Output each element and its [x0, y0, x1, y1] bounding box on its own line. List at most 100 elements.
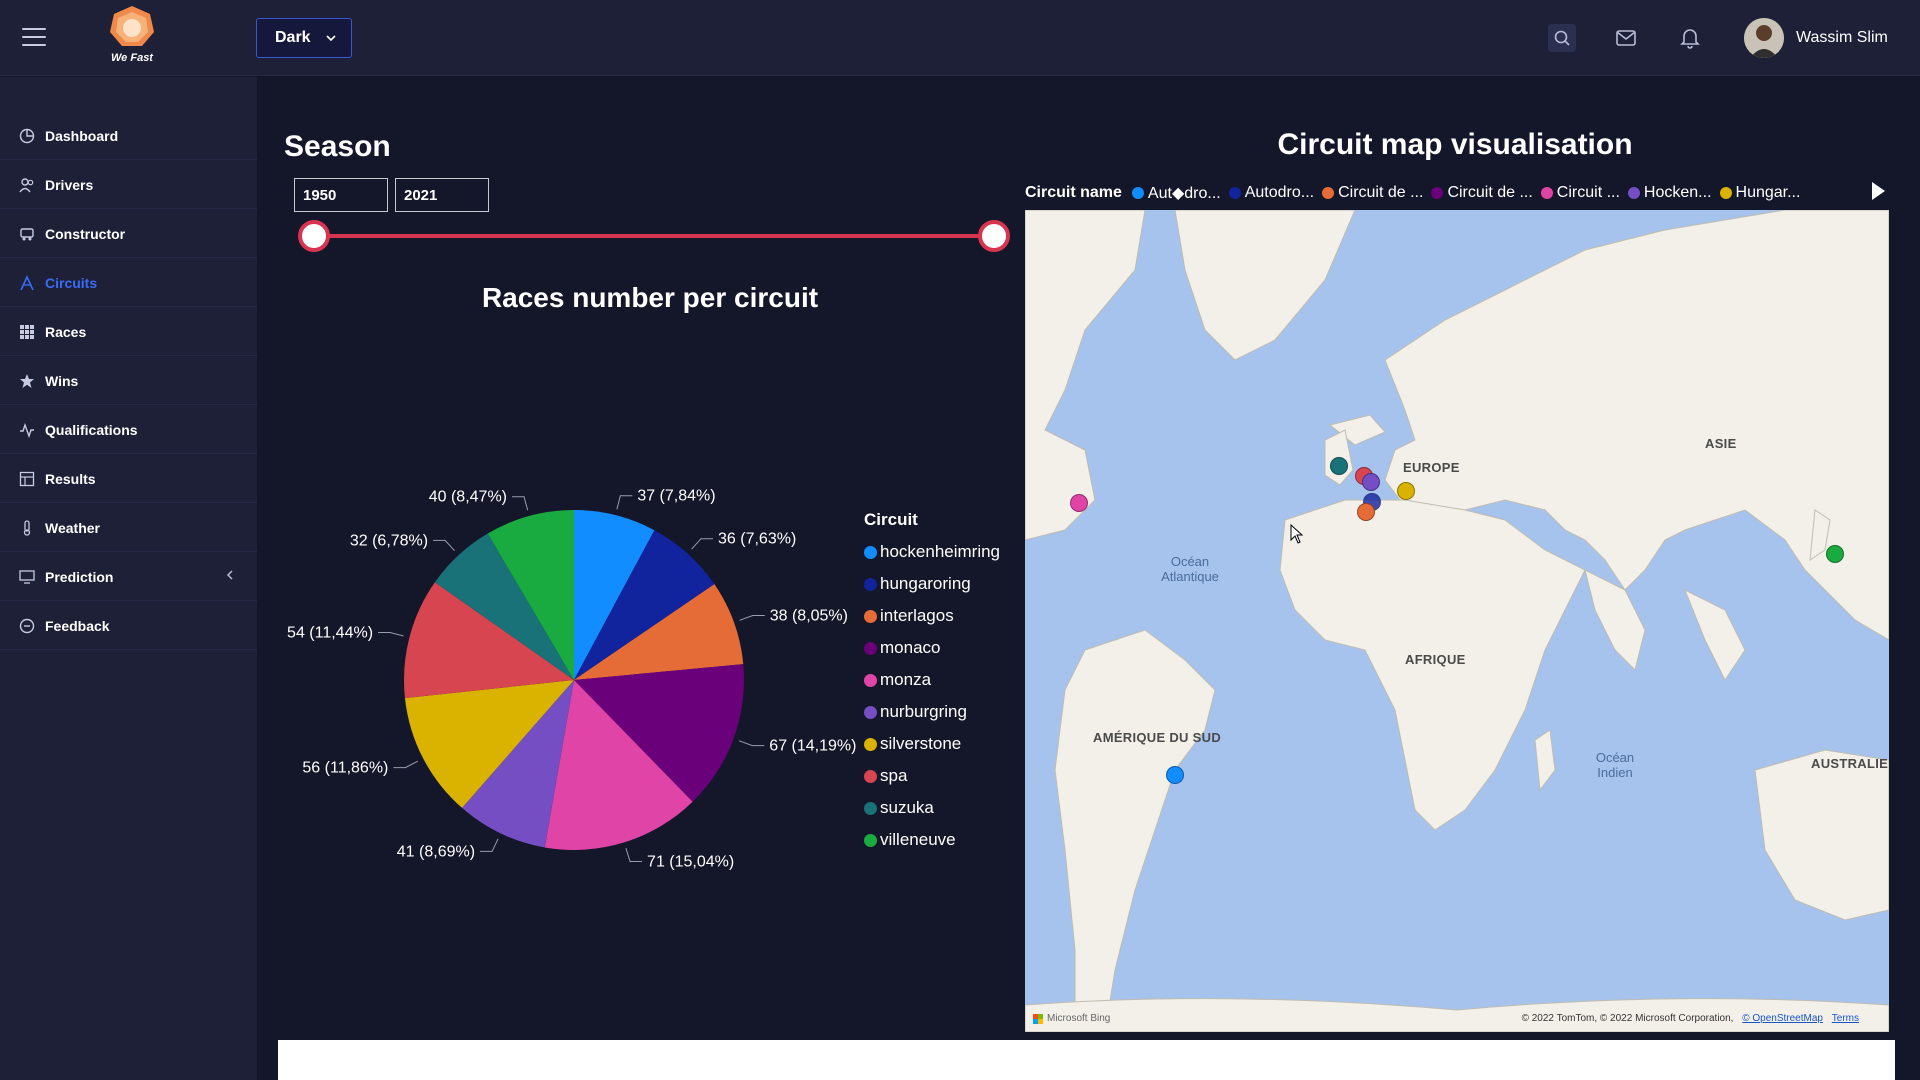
theme-select[interactable]: Dark: [256, 18, 352, 58]
sidebar-item-weather[interactable]: Weather: [0, 504, 257, 552]
mouse-cursor-icon: [1290, 524, 1304, 544]
legend-item-hockenheimring[interactable]: hockenheimring: [864, 536, 1000, 568]
sidebar-item-drivers[interactable]: Drivers: [0, 161, 257, 209]
map-pin-interlagos[interactable]: [1166, 766, 1184, 784]
pie-leader-line: [378, 631, 404, 637]
sidebar-item-prediction[interactable]: Prediction: [0, 553, 257, 601]
pie-leader-line: [616, 495, 633, 510]
sidebar-item-label: Races: [45, 323, 87, 340]
legend-label: hungaroring: [880, 574, 971, 593]
menu-icon[interactable]: [22, 28, 46, 46]
map-attribution: © 2022 TomTom, © 2022 Microsoft Corporat…: [1522, 1013, 1859, 1024]
theme-select-value: Dark: [275, 29, 311, 46]
legend-dot-icon: [864, 609, 877, 623]
mail-icon[interactable]: [1612, 24, 1640, 52]
circuit-icon: [18, 274, 36, 292]
sidebar-item-wins[interactable]: Wins: [0, 357, 257, 405]
map-pin-monaco[interactable]: [1357, 503, 1375, 521]
map-pin-nurburgring[interactable]: [1362, 473, 1380, 491]
bottom-panel: [278, 1040, 1895, 1080]
map-legend-item[interactable]: Hungar...: [1719, 183, 1801, 203]
sidebar-item-label: Feedback: [45, 617, 110, 634]
map-ocean-atlantic: Océan Atlantique: [1155, 554, 1225, 584]
sidebar-item-label: Circuits: [45, 274, 98, 291]
terms-link[interactable]: Terms: [1832, 1013, 1859, 1024]
legend-dot-icon: [1131, 187, 1144, 199]
pie-data-label: 36 (7,63%): [718, 531, 796, 548]
map-pin-suzuka[interactable]: [1826, 545, 1844, 563]
microsoft-logo-icon: [1033, 1013, 1043, 1024]
map-legend-item[interactable]: Aut◆dro...: [1131, 183, 1221, 203]
legend-item-spa[interactable]: spa: [864, 760, 1000, 792]
sidebar-item-constructor[interactable]: Constructor: [0, 210, 257, 258]
sidebar-item-label: Wins: [45, 372, 79, 389]
map-title: Circuit map visualisation: [1277, 128, 1633, 161]
legend-dot-icon: [1627, 187, 1640, 199]
season-start-handle[interactable]: [298, 220, 330, 252]
pie-leader-line: [433, 539, 455, 552]
legend-item-hungaroring[interactable]: hungaroring: [864, 568, 1000, 600]
map-legend-item[interactable]: Autodro...: [1228, 183, 1315, 203]
world-map-shapes: [1025, 210, 1889, 1032]
car-icon: [18, 225, 36, 243]
legend-item-nurburgring[interactable]: nurburgring: [864, 696, 1000, 728]
search-icon[interactable]: [1548, 24, 1576, 52]
map-legend-label: Autodro...: [1244, 184, 1315, 201]
activity-icon: [18, 421, 36, 439]
legend-item-silverstone[interactable]: silverstone: [864, 728, 1000, 760]
sidebar-item-circuits[interactable]: Circuits: [0, 259, 257, 307]
map-legend-item[interactable]: Hocken...: [1627, 183, 1712, 203]
map-pin-villeneuve[interactable]: [1070, 494, 1088, 512]
legend-dot-icon: [1228, 187, 1241, 199]
sidebar-item-races[interactable]: Races: [0, 308, 257, 356]
circuit-map[interactable]: EUROPE ASIE AFRIQUE AMÉRIQUE DU SUD AUST…: [1025, 210, 1889, 1032]
pie-leader-line: [512, 496, 529, 511]
season-end-input[interactable]: 2021: [395, 178, 489, 212]
chevron-down-icon: [326, 35, 336, 42]
season-start-input[interactable]: 1950: [294, 178, 388, 212]
map-legend-item[interactable]: Circuit de ...: [1431, 183, 1533, 203]
monitor-icon: [18, 568, 36, 586]
legend-label: monza: [880, 670, 932, 689]
sidebar-item-dashboard[interactable]: Dashboard: [0, 112, 257, 160]
legend-label: suzuka: [880, 798, 934, 817]
map-legend-label: Aut◆dro...: [1147, 185, 1221, 202]
user-menu[interactable]: Wassim Slim: [1744, 18, 1888, 58]
ocean-label-line: Atlantique: [1161, 569, 1219, 584]
chevron-left-icon[interactable]: [225, 569, 235, 581]
legend-next-icon[interactable]: [1872, 182, 1885, 200]
legend-dot-icon: [864, 641, 877, 655]
map-legend-label: Circuit ...: [1556, 184, 1620, 201]
legend-dot-icon: [864, 737, 877, 751]
map-legend-item[interactable]: Circuit ...: [1540, 183, 1620, 203]
map-legend-item[interactable]: Circuit de ...: [1322, 183, 1423, 203]
season-end-handle[interactable]: [978, 220, 1010, 252]
avatar[interactable]: [1744, 18, 1784, 58]
map-ocean-indian: Océan Indien: [1585, 750, 1645, 780]
pie-legend: Circuit hockenheimring hungaroring interla…: [864, 510, 1000, 856]
pie-leader-line: [739, 615, 765, 621]
osm-link[interactable]: © OpenStreetMap: [1742, 1013, 1823, 1024]
legend-item-monaco[interactable]: monaco: [864, 632, 1000, 664]
logo-icon: [110, 6, 154, 46]
ocean-label-line: Océan: [1170, 554, 1210, 569]
sidebar-item-label: Qualifications: [45, 421, 138, 438]
season-range-slider[interactable]: [314, 234, 994, 238]
legend-item-interlagos[interactable]: interlagos: [864, 600, 1000, 632]
sidebar-item-results[interactable]: Results: [0, 455, 257, 503]
app-logo[interactable]: We Fast: [106, 4, 158, 66]
legend-item-villeneuve[interactable]: villeneuve: [864, 824, 1000, 856]
bing-text: Microsoft Bing: [1047, 1013, 1111, 1024]
sidebar-item-qualifications[interactable]: Qualifications: [0, 406, 257, 454]
pie-leader-line: [393, 760, 419, 769]
legend-item-suzuka[interactable]: suzuka: [864, 792, 1000, 824]
map-pin-silverstone[interactable]: [1330, 457, 1348, 475]
map-legend-label: Hocken...: [1643, 184, 1712, 201]
bell-icon[interactable]: [1676, 24, 1704, 52]
map-region-australia: AUSTRALIE: [1811, 756, 1889, 771]
map-legend-label: Hungar...: [1735, 184, 1801, 201]
legend-item-monza[interactable]: monza: [864, 664, 1000, 696]
map-pin-hungaroring[interactable]: [1397, 482, 1415, 500]
sidebar-item-feedback[interactable]: Feedback: [0, 602, 257, 650]
sidebar-item-label: Prediction: [45, 568, 114, 585]
